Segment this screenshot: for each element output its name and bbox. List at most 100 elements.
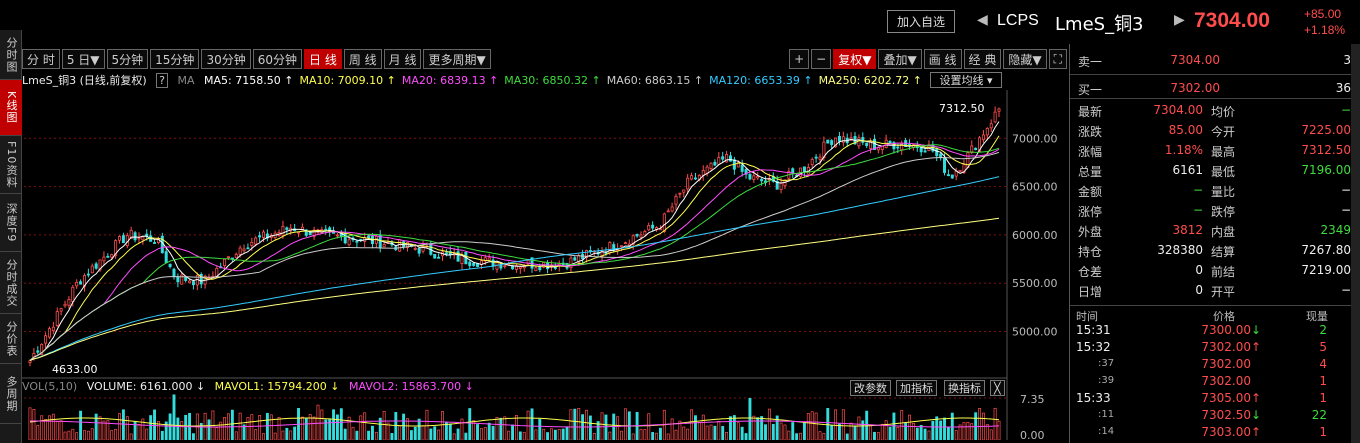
left-tab-bar: 分时图 K线图 F10资料 深度F9 分时成交 分价表 多周期 [0, 30, 22, 443]
next-symbol-icon[interactable]: ▶ [1174, 12, 1185, 28]
left-tab-4[interactable]: 深度F9 [0, 194, 22, 252]
volume-bar [569, 409, 573, 440]
volume-bar [573, 408, 577, 440]
volume-bar [787, 430, 791, 440]
bid-level-1: 买一 7302.00 36 [1070, 78, 1351, 98]
volume-bar [826, 408, 830, 440]
volume-bar [409, 430, 413, 440]
volume-bar [553, 429, 557, 440]
quote-row: 持仓 328380 结算 7267.80 [1070, 240, 1351, 260]
period-tab-2[interactable]: 5 日▼ [61, 49, 105, 69]
volume-bar [265, 412, 269, 440]
help-icon[interactable]: ? [156, 73, 169, 88]
volume-bar [522, 432, 526, 440]
chart-tool-7[interactable]: 隐藏▼ [1003, 49, 1047, 69]
candle-body [258, 235, 262, 238]
vol-button-3[interactable]: 换指标 [944, 380, 985, 396]
candle-body [837, 136, 841, 142]
chart-tool-3[interactable]: 复权▼ [833, 49, 877, 69]
volume-bar [425, 409, 429, 440]
bid-level-1-qty: 36 [1335, 81, 1351, 95]
bid-level-1-price: 7302.00 [1170, 81, 1220, 95]
period-tab-7[interactable]: 日 线 [304, 49, 342, 69]
chart-tool-6[interactable]: 经 典 [963, 49, 1002, 69]
candle-body [110, 254, 114, 258]
left-tab-1[interactable]: 分时图 [0, 30, 22, 80]
vol-button-4[interactable]: ╳ [990, 380, 1005, 396]
quote-value: 2349 [1320, 223, 1351, 237]
chart-tool-5[interactable]: 画 线 [923, 49, 962, 69]
volume-bar [90, 428, 94, 440]
volume-bar [343, 428, 347, 440]
trade-qty: 1 [1319, 391, 1327, 405]
volume-bar [59, 420, 63, 440]
left-tab-7[interactable]: 多周期 [0, 364, 22, 424]
chart-tool-2[interactable]: − [811, 49, 832, 69]
set-ma-button[interactable]: 设置均线 ▾ [930, 72, 1002, 88]
volume-bar [725, 431, 729, 440]
price-change: +85.00 +1.18% [1304, 6, 1345, 38]
quote-row: 涨幅 1.18% 最高 7312.50 [1070, 140, 1351, 160]
chart-tool-8[interactable]: ⛶ [1048, 49, 1067, 69]
period-tab-8[interactable]: 周 线 [343, 49, 382, 69]
period-tab-6[interactable]: 60分钟 [252, 49, 302, 69]
period-tab-5[interactable]: 30分钟 [201, 49, 251, 69]
symbol-code: LCPS [997, 12, 1039, 29]
candle-body [791, 168, 795, 174]
candle-body [713, 161, 717, 166]
volume-bar [989, 429, 993, 440]
period-tab-9[interactable]: 月 线 [383, 49, 422, 69]
chart-tool-4[interactable]: 叠加▼ [878, 49, 922, 69]
candle-body [121, 235, 125, 244]
candle-body [651, 224, 655, 229]
trade-time: :37 [1098, 358, 1115, 369]
volume-bar [608, 431, 612, 440]
trade-price: 7302.00 [1201, 340, 1251, 354]
period-tab-3[interactable]: 5分钟 [106, 49, 149, 69]
candle-body [647, 225, 651, 231]
volume-bar [927, 430, 931, 440]
candle-body [324, 228, 328, 231]
volume-bar [752, 415, 756, 440]
vol-button-2[interactable]: 加指标 [896, 380, 937, 396]
prev-symbol-icon[interactable]: ◀ [977, 12, 988, 28]
volume-bar [802, 422, 806, 440]
ma-value-1: MA5: 7158.50 ↑ [204, 74, 294, 87]
trade-qty: 1 [1319, 374, 1327, 388]
candle-body [538, 266, 542, 271]
period-tab-4[interactable]: 15分钟 [150, 49, 200, 69]
volume-bar [83, 430, 86, 440]
volume-bar [666, 433, 670, 440]
vol-button-1[interactable]: 改参数 [850, 380, 891, 396]
volume-bar [503, 416, 507, 440]
period-tab-1[interactable]: 分 时 [22, 49, 60, 69]
candle-body [382, 244, 386, 248]
mavol2-value: MAVOL2: 15863.700 ↓ [349, 380, 474, 393]
left-tab-3[interactable]: F10资料 [0, 136, 22, 194]
chart-tool-1[interactable]: + [789, 49, 810, 69]
volume-bar [36, 425, 40, 440]
left-tab-6[interactable]: 分价表 [0, 314, 22, 364]
quote-key: 量比 [1211, 185, 1236, 199]
volume-bar [736, 422, 740, 440]
candle-body [223, 258, 227, 267]
left-tab-2[interactable]: K线图 [0, 80, 22, 136]
candle-body [444, 252, 448, 255]
volume-bar [841, 409, 845, 440]
volume-bar [923, 428, 927, 440]
candle-body [55, 311, 59, 326]
volume-legend: VOL(5,10) VOLUME: 6161.000 ↓ MAVOL1: 157… [22, 380, 1067, 396]
left-tab-5[interactable]: 分时成交 [0, 252, 22, 314]
quote-value: − [1340, 183, 1351, 197]
candle-body [433, 254, 437, 259]
y-tick-label: 5500.00 [1012, 277, 1058, 290]
volume-bar [542, 428, 546, 440]
volume-bar [40, 415, 44, 440]
period-tab-10[interactable]: 更多周期▼ [423, 49, 491, 69]
vertical-scrollbar[interactable] [1351, 44, 1360, 443]
add-watchlist-button[interactable]: 加入自选 [887, 10, 955, 33]
quote-key: 外盘 [1078, 225, 1103, 239]
candle-body [176, 276, 180, 283]
volume-bar [748, 397, 752, 440]
volume-bar [254, 429, 258, 440]
